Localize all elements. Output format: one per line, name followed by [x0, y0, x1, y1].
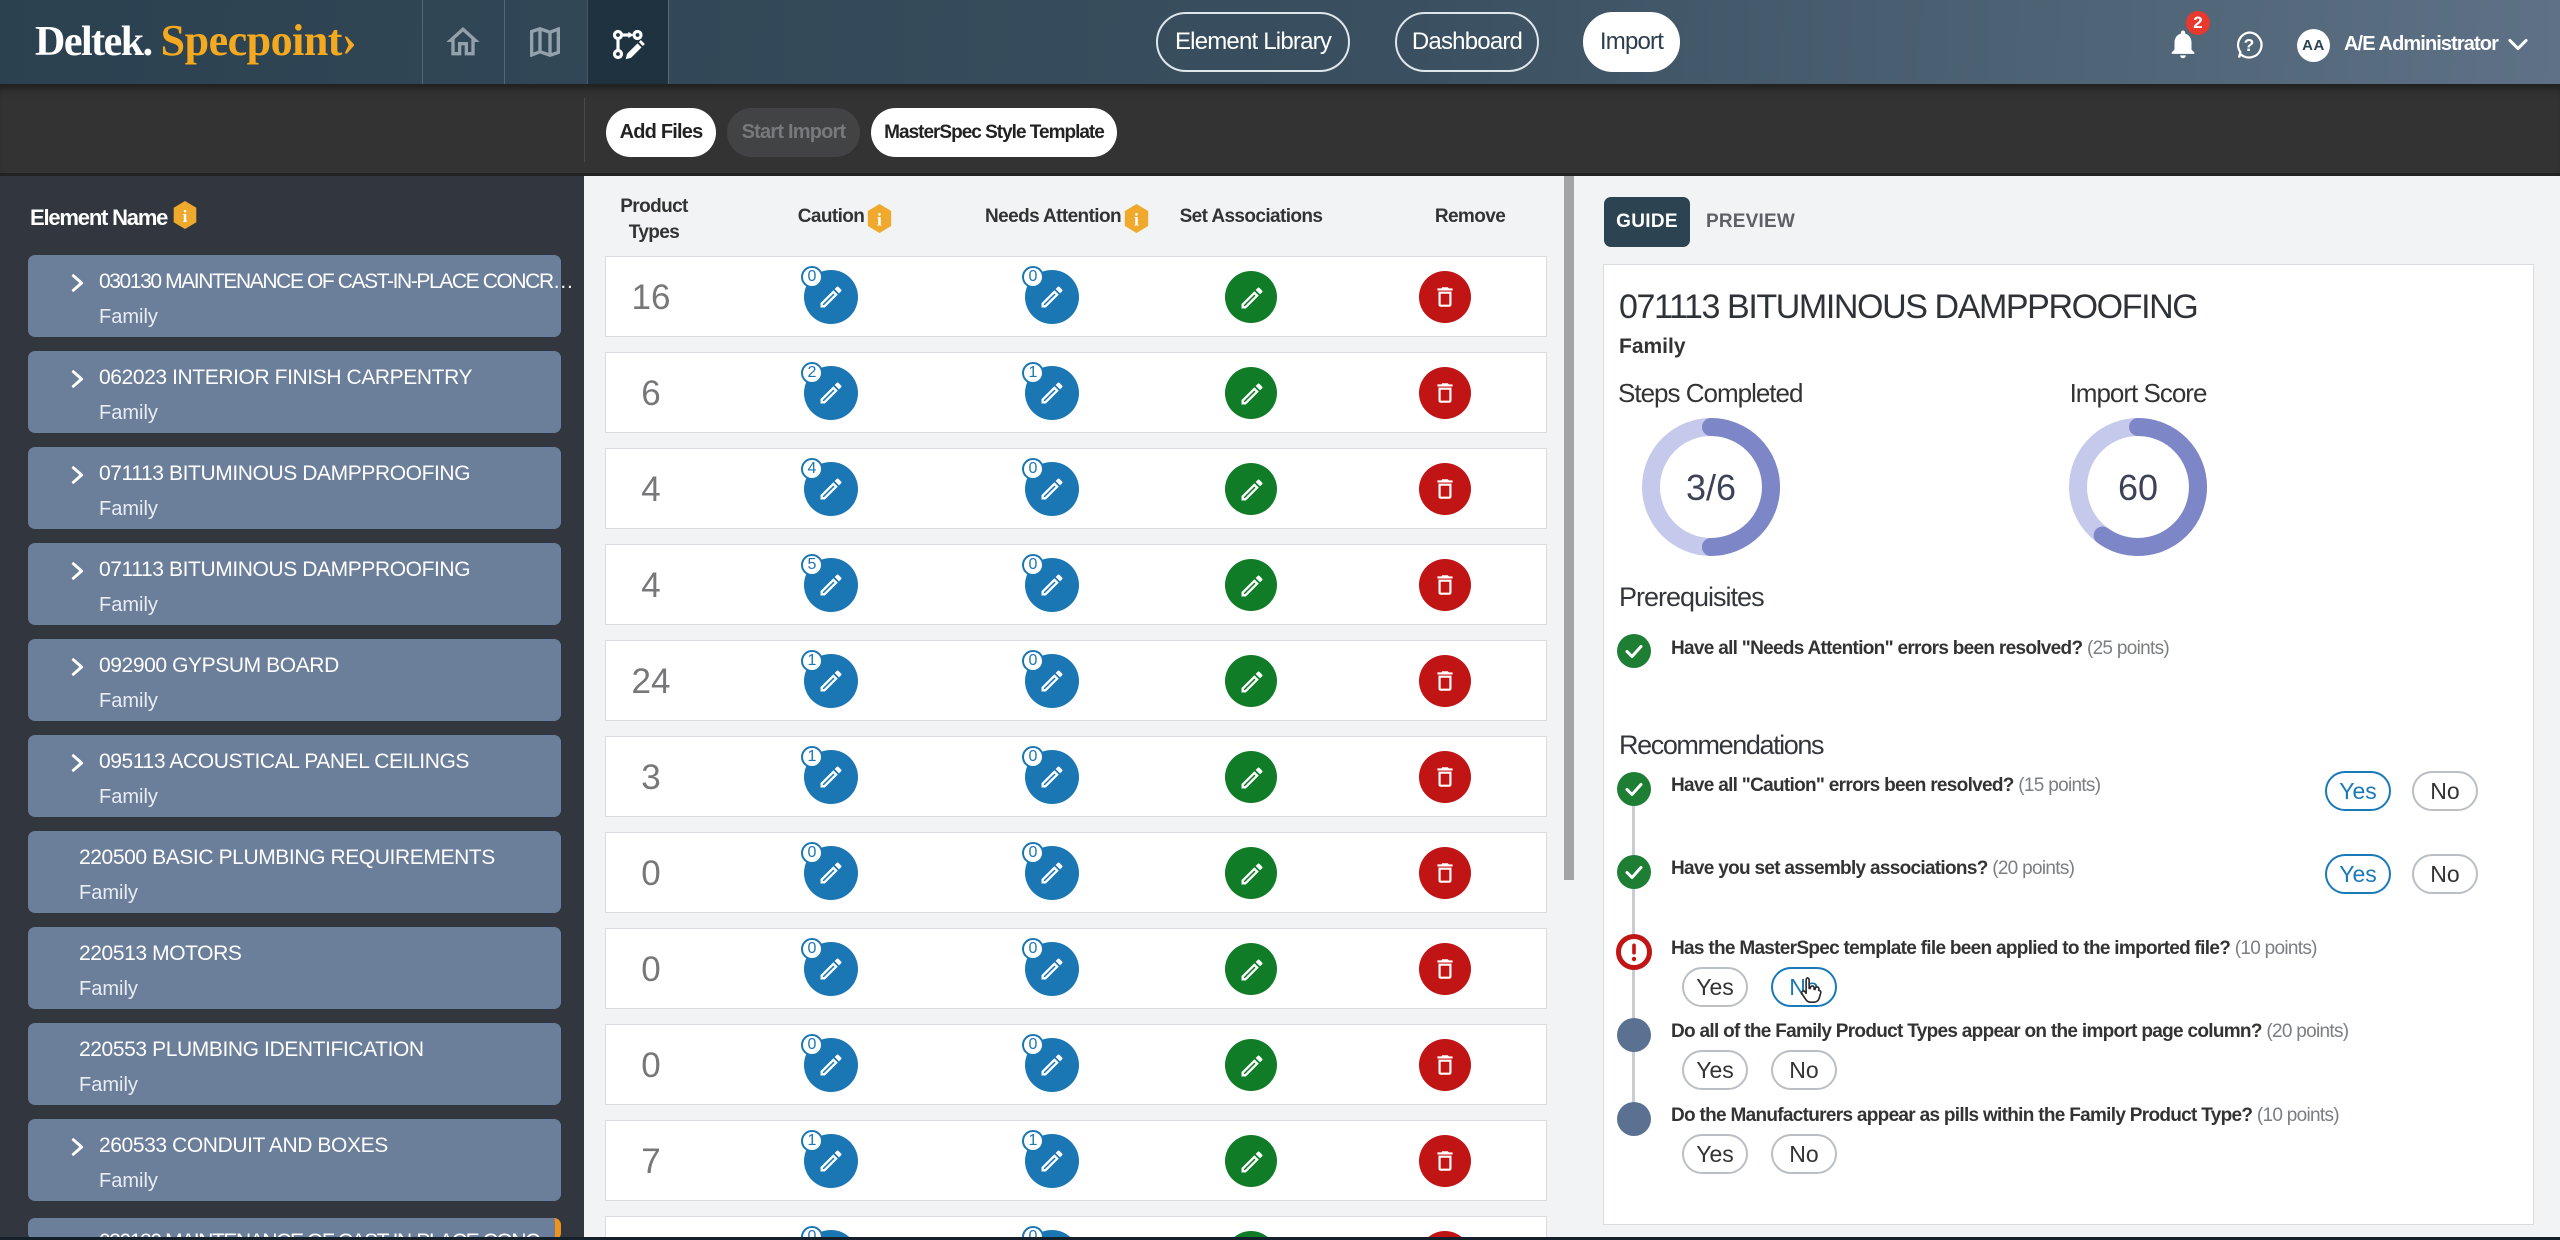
svg-text:i: i	[877, 210, 882, 230]
svg-text:?: ?	[2244, 35, 2255, 55]
svg-text:i: i	[183, 207, 188, 226]
svg-text:i: i	[1134, 210, 1139, 230]
